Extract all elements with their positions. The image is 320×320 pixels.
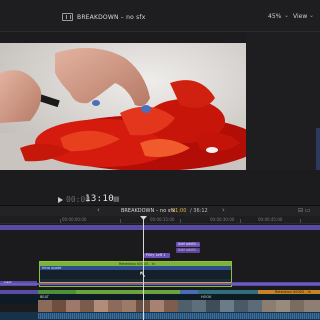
story-segment[interactable] [198, 290, 258, 294]
ruler-label: 00:00:00:00 [62, 217, 87, 222]
story-segment[interactable] [0, 290, 38, 294]
thumbnail [304, 300, 320, 312]
story-segment[interactable] [38, 290, 76, 294]
story-segment-label: Retention 00003 - In [275, 290, 311, 294]
chevron-left-icon[interactable]: ‹ [97, 206, 100, 214]
timeline-current-time: 01:00 [172, 208, 187, 214]
video-frame-image [0, 43, 246, 170]
pointer-cursor-icon: ↖ [139, 270, 147, 280]
title-clip[interactable]: Add additi... [176, 242, 200, 247]
ruler-tick [180, 219, 181, 223]
thumbnail [206, 300, 220, 312]
ruler-label: 00:00:45:00 [258, 217, 283, 222]
ruler-tick [240, 219, 241, 223]
thumbnail [108, 300, 122, 312]
play-icon[interactable] [58, 197, 63, 203]
view-menu[interactable]: View [293, 13, 307, 20]
clip-filmstrip [40, 270, 231, 279]
title-track[interactable] [0, 225, 320, 230]
thumbnail [150, 300, 164, 312]
thumbnail [38, 300, 52, 312]
story-segment[interactable] [76, 290, 180, 294]
timeline-project-name: BREAKDOWN – no sfx [121, 208, 176, 214]
timeline-settings-icon[interactable]: ⊟ ▭ [298, 207, 311, 214]
viewer-title-group: BREAKDOWN – no sfx [62, 11, 145, 23]
audio-meter-icon[interactable]: ▮▮ [113, 195, 120, 203]
storyline-bar [0, 283, 320, 285]
playhead[interactable] [143, 216, 144, 320]
thumbnail [290, 300, 304, 312]
film-icon [62, 13, 73, 21]
story-segment-label: BEAT [40, 295, 49, 299]
ruler-tick [120, 219, 121, 223]
thumbnail [262, 300, 276, 312]
audio-waveform [38, 313, 320, 319]
video-preview [0, 43, 246, 170]
thumbnail [220, 300, 234, 312]
thumbnail [94, 300, 108, 312]
thumbnail [52, 300, 66, 312]
thumbnail [66, 300, 80, 312]
zoom-level-menu[interactable]: 45% [268, 13, 281, 20]
thumbnail [248, 300, 262, 312]
ruler-tick [300, 219, 301, 223]
timecode-display[interactable]: 13:10 [85, 194, 114, 204]
ruler-label: 00:00:15:00 [150, 217, 175, 222]
chevron-down-icon[interactable]: ⌄ [284, 12, 289, 19]
chevron-right-icon[interactable]: › [222, 206, 225, 214]
title-clip[interactable]: Pillry Left 1 [144, 253, 170, 258]
story-segment[interactable] [180, 290, 198, 294]
timeline-duration: / 36:12 [190, 208, 208, 214]
ruler-tick [60, 219, 61, 223]
transport-bar [0, 170, 320, 200]
thumbnail [80, 300, 94, 312]
viewer-title: BREAKDOWN – no sfx [77, 13, 146, 21]
story-segment-label: HOOK [201, 295, 212, 299]
title-clip[interactable]: Add additi... [176, 248, 200, 253]
thumbnail [276, 300, 290, 312]
thumbnail [192, 300, 206, 312]
thumbnail [122, 300, 136, 312]
thumbnail [164, 300, 178, 312]
inspector-scroll-edge[interactable] [316, 128, 320, 170]
thumbnail [178, 300, 192, 312]
ruler-label: 00:00:30:00 [210, 217, 235, 222]
chevron-down-icon[interactable]: ⌄ [309, 12, 314, 19]
thumbnail [234, 300, 248, 312]
